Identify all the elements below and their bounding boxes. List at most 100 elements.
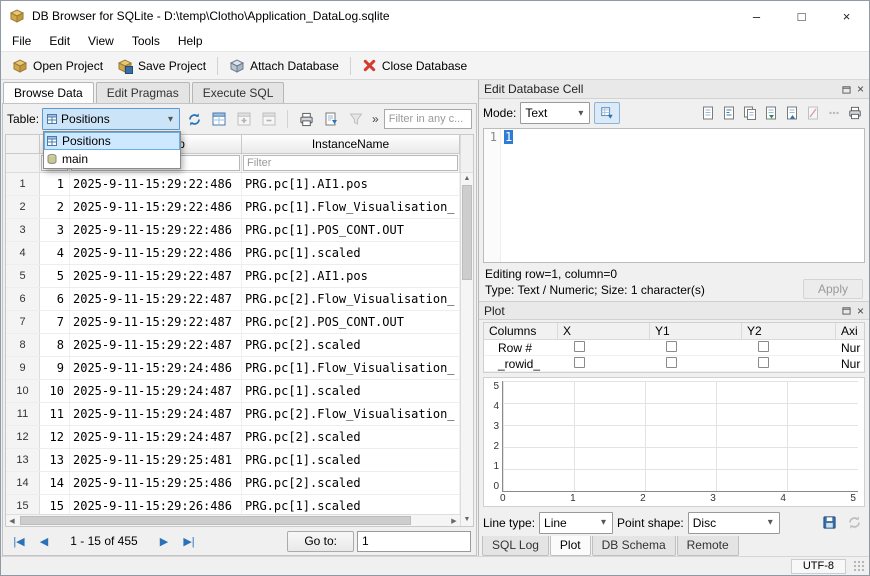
- cell-timestamp[interactable]: 2025-9-11-15:29:22:487: [70, 288, 242, 310]
- vertical-scrollbar[interactable]: ▲ ▼: [460, 135, 473, 526]
- print-button[interactable]: [295, 108, 317, 130]
- clear-filters-button[interactable]: [345, 108, 367, 130]
- cell-id[interactable]: 2: [40, 196, 70, 218]
- cell-id[interactable]: 3: [40, 219, 70, 241]
- table-row[interactable]: 4 4 2025-9-11-15:29:22:486 PRG.pc[1].sca…: [6, 242, 460, 265]
- scroll-left-icon[interactable]: ◀: [6, 517, 18, 525]
- table-row[interactable]: 14 14 2025-9-11-15:29:25:486 PRG.pc[2].s…: [6, 472, 460, 495]
- table-row[interactable]: 3 3 2025-9-11-15:29:22:486 PRG.pc[1].POS…: [6, 219, 460, 242]
- x-axis-checkbox[interactable]: [574, 341, 585, 352]
- apply-button[interactable]: Apply: [803, 279, 863, 299]
- cell-timestamp[interactable]: 2025-9-11-15:29:25:481: [70, 449, 242, 471]
- row-number[interactable]: 7: [6, 311, 40, 333]
- cell-timestamp[interactable]: 2025-9-11-15:29:24:487: [70, 426, 242, 448]
- column-header-instancename[interactable]: InstanceName: [242, 135, 460, 153]
- row-number[interactable]: 5: [6, 265, 40, 287]
- cell-id[interactable]: 14: [40, 472, 70, 494]
- refresh-button[interactable]: [183, 108, 205, 130]
- y1-axis-checkbox[interactable]: [666, 357, 677, 368]
- maximize-button[interactable]: □: [779, 1, 824, 31]
- row-number[interactable]: 9: [6, 357, 40, 379]
- cell-instancename[interactable]: PRG.pc[2].scaled: [242, 472, 460, 494]
- cell-value[interactable]: 1: [504, 130, 513, 144]
- y2-axis-checkbox[interactable]: [758, 357, 769, 368]
- filter-any-column-input[interactable]: [384, 109, 472, 129]
- cell-instancename[interactable]: PRG.pc[1].scaled: [242, 380, 460, 402]
- tab-execute-sql[interactable]: Execute SQL: [192, 82, 285, 103]
- cell-instancename[interactable]: PRG.pc[1].Flow_Visualisation_: [242, 357, 460, 379]
- cell-instancename[interactable]: PRG.pc[2].POS_CONT.OUT: [242, 311, 460, 333]
- tab-edit-pragmas[interactable]: Edit Pragmas: [96, 82, 190, 103]
- row-number[interactable]: 10: [6, 380, 40, 402]
- cell-instancename[interactable]: PRG.pc[2].scaled: [242, 334, 460, 356]
- menu-view[interactable]: View: [79, 31, 123, 51]
- dropdown-item-main[interactable]: main: [44, 150, 180, 168]
- table-row[interactable]: 2 2 2025-9-11-15:29:22:486 PRG.pc[1].Flo…: [6, 196, 460, 219]
- cell-timestamp[interactable]: 2025-9-11-15:29:22:487: [70, 265, 242, 287]
- table-row[interactable]: 1 1 2025-9-11-15:29:22:486 PRG.pc[1].AI1…: [6, 173, 460, 196]
- open-project-button[interactable]: Open Project: [5, 55, 110, 77]
- cell-timestamp[interactable]: 2025-9-11-15:29:22:486: [70, 173, 242, 195]
- row-number[interactable]: 8: [6, 334, 40, 356]
- cell-id[interactable]: 10: [40, 380, 70, 402]
- scroll-up-icon[interactable]: ▲: [461, 173, 473, 185]
- cell-id[interactable]: 5: [40, 265, 70, 287]
- row-number[interactable]: 2: [6, 196, 40, 218]
- format-text-button[interactable]: [698, 103, 718, 123]
- dock-tab-sql-log[interactable]: SQL Log: [482, 536, 549, 556]
- dock-tab-plot[interactable]: Plot: [550, 536, 591, 556]
- close-database-button[interactable]: Close Database: [355, 55, 474, 76]
- plot-col-header-x[interactable]: X: [558, 323, 650, 339]
- cell-id[interactable]: 7: [40, 311, 70, 333]
- scrollbar-thumb[interactable]: [462, 185, 472, 280]
- plot-col-header-y1[interactable]: Y1: [650, 323, 742, 339]
- save-project-button[interactable]: Save Project: [110, 55, 213, 77]
- row-number[interactable]: 6: [6, 288, 40, 310]
- cell-timestamp[interactable]: 2025-9-11-15:29:25:486: [70, 472, 242, 494]
- table-row[interactable]: 6 6 2025-9-11-15:29:22:487 PRG.pc[2].Flo…: [6, 288, 460, 311]
- cell-id[interactable]: 13: [40, 449, 70, 471]
- cell-instancename[interactable]: PRG.pc[2].scaled: [242, 426, 460, 448]
- cell-instancename[interactable]: PRG.pc[1].POS_CONT.OUT: [242, 219, 460, 241]
- previous-record-button[interactable]: ◀: [33, 531, 55, 551]
- point-shape-combobox[interactable]: Disc ▾: [688, 512, 780, 534]
- menu-help[interactable]: Help: [169, 31, 212, 51]
- copy-cell-button[interactable]: [740, 103, 760, 123]
- y1-axis-checkbox[interactable]: [666, 341, 677, 352]
- first-record-button[interactable]: |◀: [8, 531, 30, 551]
- goto-input[interactable]: [357, 531, 471, 552]
- cell-timestamp[interactable]: 2025-9-11-15:29:22:486: [70, 242, 242, 264]
- line-type-combobox[interactable]: Line ▾: [539, 512, 613, 534]
- scroll-down-icon[interactable]: ▼: [461, 514, 473, 526]
- table-row[interactable]: 10 10 2025-9-11-15:29:24:487 PRG.pc[1].s…: [6, 380, 460, 403]
- save-view-button[interactable]: [208, 108, 230, 130]
- new-record-button[interactable]: [233, 108, 255, 130]
- more-options-button[interactable]: [824, 103, 844, 123]
- close-dock-icon[interactable]: ×: [857, 83, 864, 95]
- toolbar-overflow-chevron[interactable]: »: [370, 112, 381, 126]
- table-row[interactable]: 11 11 2025-9-11-15:29:24:487 PRG.pc[2].F…: [6, 403, 460, 426]
- import-cell-button[interactable]: [761, 103, 781, 123]
- table-row[interactable]: 8 8 2025-9-11-15:29:22:487 PRG.pc[2].sca…: [6, 334, 460, 357]
- cell-id[interactable]: 6: [40, 288, 70, 310]
- horizontal-scrollbar[interactable]: ◀ ▶: [6, 514, 460, 526]
- reload-plot-button[interactable]: [843, 512, 865, 534]
- row-number[interactable]: 3: [6, 219, 40, 241]
- cell-id[interactable]: 15: [40, 495, 70, 514]
- cell-id[interactable]: 1: [40, 173, 70, 195]
- cell-timestamp[interactable]: 2025-9-11-15:29:26:486: [70, 495, 242, 514]
- close-button[interactable]: ×: [824, 1, 869, 31]
- table-combobox[interactable]: Positions ▾: [42, 108, 180, 130]
- row-number[interactable]: 11: [6, 403, 40, 425]
- last-record-button[interactable]: ▶|: [178, 531, 200, 551]
- cell-id[interactable]: 8: [40, 334, 70, 356]
- export-button[interactable]: [320, 108, 342, 130]
- scrollbar-thumb[interactable]: [20, 516, 411, 525]
- export-cell-button[interactable]: [782, 103, 802, 123]
- tab-browse-data[interactable]: Browse Data: [3, 82, 94, 104]
- cell-instancename[interactable]: PRG.pc[2].Flow_Visualisation_: [242, 403, 460, 425]
- scroll-right-icon[interactable]: ▶: [448, 517, 460, 525]
- cell-id[interactable]: 11: [40, 403, 70, 425]
- delete-record-button[interactable]: [258, 108, 280, 130]
- table-row[interactable]: 5 5 2025-9-11-15:29:22:487 PRG.pc[2].AI1…: [6, 265, 460, 288]
